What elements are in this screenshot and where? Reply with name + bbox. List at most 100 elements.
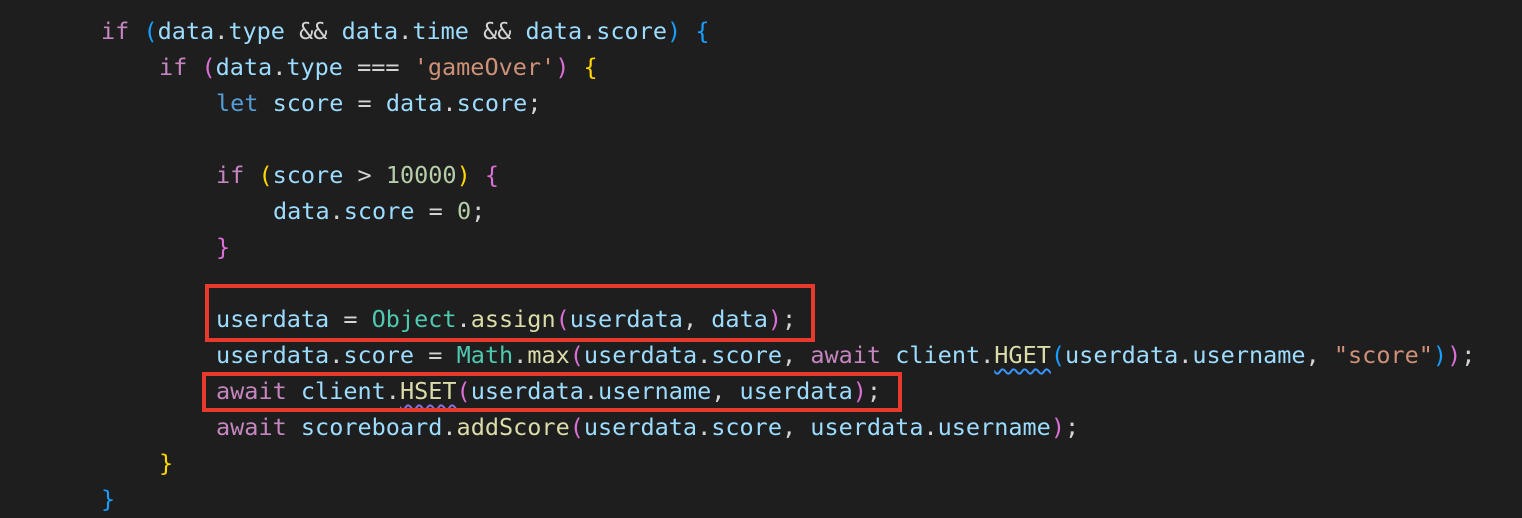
token: . (583, 377, 599, 405)
token: . (513, 341, 528, 369)
token: await (810, 341, 882, 369)
code-line-14: } (101, 481, 115, 517)
token: . (272, 53, 287, 81)
token: HGET (994, 341, 1051, 369)
token: max (527, 341, 570, 369)
token: && (483, 17, 512, 45)
token: username (1192, 341, 1306, 369)
token: userdata (470, 377, 584, 405)
token: score (596, 17, 668, 45)
token: = (357, 89, 372, 117)
token: data (215, 53, 273, 81)
token: score (711, 341, 783, 369)
token: ) (456, 161, 471, 189)
token: > (357, 161, 372, 189)
token: ) (1050, 413, 1065, 441)
token: ; (782, 305, 797, 333)
token: 0 (456, 197, 472, 225)
code-line-9: userdata = Object.assign(userdata, data)… (216, 301, 796, 337)
token: time (412, 17, 469, 45)
token: if (216, 161, 245, 189)
token: { (484, 161, 500, 189)
token: let (216, 89, 259, 117)
code-line-13: } (159, 445, 173, 481)
token: if (159, 53, 188, 81)
token: username (937, 413, 1051, 441)
token: = (343, 305, 358, 333)
token: addScore (456, 413, 570, 441)
token: ) (555, 53, 570, 81)
token: score (456, 89, 528, 117)
token: { (583, 53, 598, 81)
token: 10000 (385, 161, 457, 189)
token: . (329, 341, 344, 369)
token: ) (852, 377, 867, 405)
token: , (781, 413, 797, 441)
token: ; (866, 377, 882, 405)
code-line-6: data.score = 0; (273, 193, 485, 229)
token: userdata (216, 305, 330, 333)
token: data (341, 17, 399, 45)
token: userdata (569, 305, 683, 333)
token: username (598, 377, 712, 405)
token: "score" (1333, 341, 1433, 369)
code-line-1: if (data.type && data.time && data.score… (101, 13, 709, 49)
token: ( (258, 161, 273, 189)
token: await (216, 413, 287, 441)
code-line-10: userdata.score = Math.max(userdata.score… (216, 337, 1475, 373)
token: score (272, 161, 344, 189)
token: ; (1064, 413, 1080, 441)
token: client (300, 377, 386, 405)
code-line-12: await scoreboard.addScore(userdata.score… (216, 409, 1079, 445)
token: type (286, 53, 343, 81)
token: = (428, 341, 443, 369)
token: . (697, 413, 712, 441)
token: data (273, 197, 330, 225)
token: type (228, 17, 285, 45)
token: . (697, 341, 712, 369)
token: ( (555, 305, 570, 333)
token: userdata (1065, 341, 1179, 369)
token: Object (371, 305, 457, 333)
token: . (329, 197, 344, 225)
token: . (385, 377, 400, 405)
token: userdata (810, 413, 924, 441)
token: userdata (739, 377, 853, 405)
token: ; (471, 197, 486, 225)
token: ; (527, 89, 542, 117)
token: } (159, 449, 174, 477)
token: ( (569, 413, 584, 441)
code-editor[interactable]: if (data.type && data.time && data.score… (0, 0, 1522, 518)
token: } (216, 233, 231, 261)
token: data (711, 305, 768, 333)
token: score (343, 197, 415, 225)
token: ; (1461, 341, 1476, 369)
token: ( (1050, 341, 1066, 369)
token: , (682, 305, 698, 333)
token: ( (456, 377, 471, 405)
token: , (1305, 341, 1320, 369)
token: client (895, 341, 981, 369)
token: await (216, 377, 287, 405)
token: . (980, 341, 995, 369)
token: score (343, 341, 415, 369)
code-line-11: await client.HSET(userdata.username, use… (216, 373, 881, 409)
token: data (525, 17, 583, 45)
code-line-3: let score = data.score; (216, 85, 541, 121)
token: . (1178, 341, 1193, 369)
token: === (357, 53, 400, 81)
token: userdata (216, 341, 330, 369)
token: scoreboard (300, 413, 443, 441)
token: data (157, 17, 215, 45)
code-line-5: if (score > 10000) { (216, 157, 499, 193)
token: assign (470, 305, 556, 333)
token: HSET (399, 377, 457, 405)
token: ( (201, 53, 216, 81)
token: = (428, 197, 443, 225)
token: data (385, 89, 443, 117)
token: , (711, 377, 726, 405)
token: score (272, 89, 344, 117)
token: . (456, 305, 471, 333)
token: Math (456, 341, 514, 369)
token: . (442, 413, 457, 441)
